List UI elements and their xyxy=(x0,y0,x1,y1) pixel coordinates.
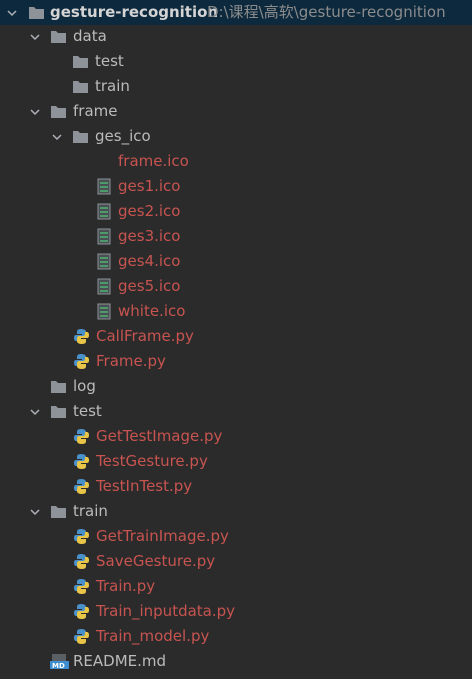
tree-folder-data[interactable]: data xyxy=(0,24,472,49)
tree-item-label: log xyxy=(73,377,96,395)
root-folder-path: D:\课程\高软\gesture-recognition xyxy=(207,3,446,21)
python-file-icon xyxy=(73,553,90,570)
tree-item-label: GetTestImage.py xyxy=(96,427,223,445)
image-file-icon xyxy=(95,253,112,270)
tree-item-label: white.ico xyxy=(118,302,186,320)
tree-item-label: frame xyxy=(73,102,118,120)
python-file-icon xyxy=(73,353,90,370)
tree-item-label: GetTrainImage.py xyxy=(96,527,229,545)
tree-item-label: SaveGesture.py xyxy=(96,552,216,570)
tree-item-label: ges1.ico xyxy=(118,177,181,195)
python-file-icon xyxy=(73,453,90,470)
python-file-icon xyxy=(73,478,90,495)
tree-item-label: data xyxy=(73,27,107,45)
python-file-icon xyxy=(73,328,90,345)
folder-icon xyxy=(50,403,67,420)
tree-file-ges1-ico[interactable]: ges1.ico xyxy=(0,174,472,199)
chevron-down-icon[interactable] xyxy=(29,406,41,418)
svg-text:MD: MD xyxy=(52,662,65,670)
project-tree: gesture-recognition D:\课程\高软\gesture-rec… xyxy=(0,0,472,679)
tree-folder-ges-ico[interactable]: ges_ico xyxy=(0,124,472,149)
folder-icon xyxy=(50,28,67,45)
chevron-down-icon[interactable] xyxy=(29,106,41,118)
image-file-icon xyxy=(95,228,112,245)
tree-item-label: train xyxy=(95,77,130,95)
image-file-icon xyxy=(95,178,112,195)
tree-folder-frame[interactable]: frame xyxy=(0,99,472,124)
tree-file-gettestimage-py[interactable]: GetTestImage.py xyxy=(0,424,472,449)
tree-folder-test[interactable]: test xyxy=(0,399,472,424)
image-file-icon xyxy=(95,278,112,295)
tree-item-label: test xyxy=(73,402,102,420)
folder-icon xyxy=(72,53,89,70)
tree-file-ges5-ico[interactable]: ges5.ico xyxy=(0,274,472,299)
tree-file-ges4-ico[interactable]: ges4.ico xyxy=(0,249,472,274)
tree-file-savegesture-py[interactable]: SaveGesture.py xyxy=(0,549,472,574)
tree-item-label: train xyxy=(73,502,108,520)
tree-item-label: frame.ico xyxy=(118,152,189,170)
tree-file-readme-md[interactable]: MD README.md xyxy=(0,649,472,674)
python-file-icon xyxy=(73,628,90,645)
tree-file-train-py[interactable]: Train.py xyxy=(0,574,472,599)
image-file-icon xyxy=(95,203,112,220)
python-file-icon xyxy=(73,603,90,620)
folder-icon xyxy=(72,78,89,95)
tree-file-testintest-py[interactable]: TestInTest.py xyxy=(0,474,472,499)
tree-file-testgesture-py[interactable]: TestGesture.py xyxy=(0,449,472,474)
markdown-file-icon: MD xyxy=(50,653,70,670)
tree-file-callframe-py[interactable]: CallFrame.py xyxy=(0,324,472,349)
tree-item-label: TestInTest.py xyxy=(96,477,193,495)
tree-file-frame-py[interactable]: Frame.py xyxy=(0,349,472,374)
tree-item-label: ges3.ico xyxy=(118,227,181,245)
folder-icon xyxy=(50,503,67,520)
folder-icon xyxy=(50,103,67,120)
tree-item-label: ges_ico xyxy=(95,127,151,145)
tree-folder-data-train[interactable]: train xyxy=(0,74,472,99)
tree-file-ges2-ico[interactable]: ges2.ico xyxy=(0,199,472,224)
tree-file-ges3-ico[interactable]: ges3.ico xyxy=(0,224,472,249)
folder-icon xyxy=(28,4,45,21)
tree-file-white-ico[interactable]: white.ico xyxy=(0,299,472,324)
chevron-down-icon[interactable] xyxy=(29,31,41,43)
image-file-icon xyxy=(95,303,112,320)
tree-file-gettrainimage-py[interactable]: GetTrainImage.py xyxy=(0,524,472,549)
tree-item-label: Train_inputdata.py xyxy=(96,602,236,620)
tree-folder-log[interactable]: log xyxy=(0,374,472,399)
tree-item-label: ges4.ico xyxy=(118,252,181,270)
tree-file-train-model-py[interactable]: Train_model.py xyxy=(0,624,472,649)
folder-icon xyxy=(72,128,89,145)
tree-item-label: ges5.ico xyxy=(118,277,181,295)
tree-item-label: Train_model.py xyxy=(96,627,210,645)
tree-item-label: CallFrame.py xyxy=(96,327,194,345)
tree-folder-train[interactable]: train xyxy=(0,499,472,524)
tree-item-label: Train.py xyxy=(96,577,156,595)
tree-file-frame-ico[interactable]: frame.ico xyxy=(0,149,472,174)
python-file-icon xyxy=(73,528,90,545)
tree-item-label: TestGesture.py xyxy=(96,452,208,470)
tree-item-label: test xyxy=(95,52,124,70)
tree-folder-data-test[interactable]: test xyxy=(0,49,472,74)
tree-item-label: README.md xyxy=(73,652,167,670)
python-file-icon xyxy=(73,428,90,445)
tree-file-train-inputdata-py[interactable]: Train_inputdata.py xyxy=(0,599,472,624)
chevron-down-icon[interactable] xyxy=(29,506,41,518)
root-folder-label: gesture-recognition xyxy=(50,3,219,21)
tree-item-label: Frame.py xyxy=(96,352,166,370)
chevron-down-icon[interactable] xyxy=(6,7,18,19)
tree-item-label: ges2.ico xyxy=(118,202,181,220)
python-file-icon xyxy=(73,578,90,595)
chevron-down-icon[interactable] xyxy=(51,131,63,143)
folder-icon xyxy=(50,378,67,395)
tree-root-row[interactable]: gesture-recognition D:\课程\高软\gesture-rec… xyxy=(0,0,472,25)
